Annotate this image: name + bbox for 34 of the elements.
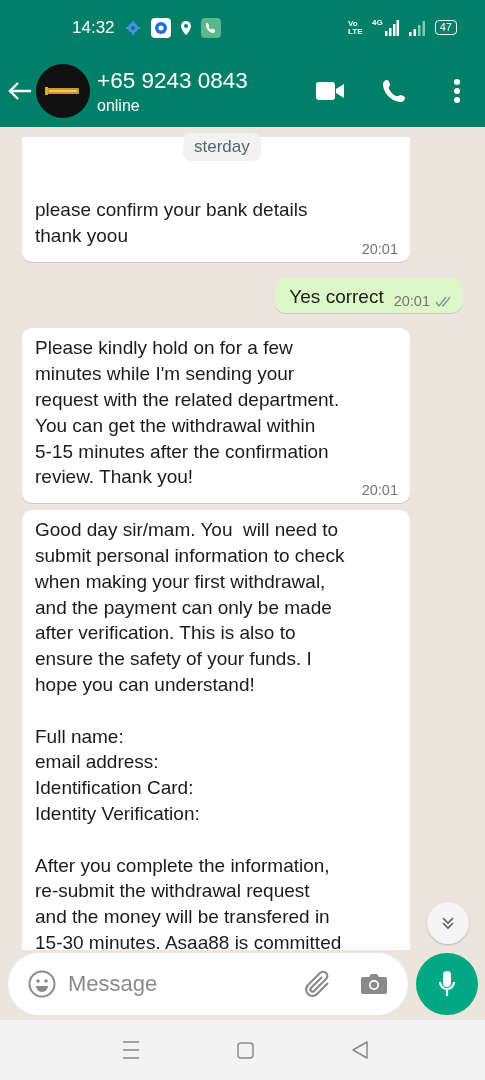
app-icon bbox=[150, 17, 171, 38]
network-label: 4G bbox=[372, 18, 383, 27]
paperclip-icon[interactable] bbox=[304, 970, 332, 998]
phone-app-icon bbox=[200, 17, 221, 38]
clock-time: 14:32 bbox=[72, 17, 115, 38]
date-chip: sterday bbox=[183, 133, 261, 161]
menu-icon[interactable] bbox=[454, 79, 460, 103]
message-time: 20:01 bbox=[361, 239, 398, 258]
contact-name[interactable]: +65 9243 0843 bbox=[97, 67, 316, 95]
recent-apps-icon[interactable] bbox=[123, 1041, 139, 1059]
message-input[interactable]: Message bbox=[66, 970, 294, 998]
double-chevron-icon bbox=[441, 916, 455, 930]
message-time: 20:01 bbox=[361, 481, 398, 500]
location-pin-icon bbox=[180, 20, 191, 35]
battery-icon: 47 bbox=[434, 20, 457, 35]
video-camera-icon[interactable] bbox=[316, 81, 344, 101]
contact-status: online bbox=[97, 97, 141, 115]
back-icon[interactable] bbox=[352, 1041, 368, 1059]
scroll-down-button[interactable] bbox=[427, 902, 469, 944]
message-text: please confirm your bank details thank yoou bbox=[35, 198, 308, 248]
emoji-icon[interactable] bbox=[28, 970, 56, 998]
home-icon[interactable] bbox=[237, 1041, 254, 1059]
phone-icon[interactable] bbox=[382, 79, 406, 103]
message-field[interactable]: Message bbox=[8, 953, 408, 1015]
back-arrow-icon[interactable] bbox=[8, 81, 32, 101]
signal-icon bbox=[408, 19, 425, 36]
volte-label: Vo LTE bbox=[348, 19, 363, 36]
signal-icon bbox=[384, 19, 399, 36]
message-text: Yes correct bbox=[289, 284, 384, 309]
message-text: Good day sir/mam. You will need to submit personal information to check when making your first withdrawal, and the payment can only be made after verification. This is also to ensure the safety of your funds. I hope you can understand! Full name: email address: Identification Card: Identity Verification: After you complete the information, re-submit the withdrawal request and the money will be transfered in 15-30 minutes. Asaa88 is committed bbox=[35, 518, 345, 950]
microphone-icon bbox=[438, 970, 456, 998]
camera-icon[interactable] bbox=[360, 972, 388, 996]
message-time: 20:01 bbox=[393, 292, 430, 311]
message-text: Please kindly hold on for a few minutes while I'm sending your request with the related department. You can get the withdrawal within 5-15 minutes after the confirmation review. Thank you! bbox=[35, 336, 340, 490]
